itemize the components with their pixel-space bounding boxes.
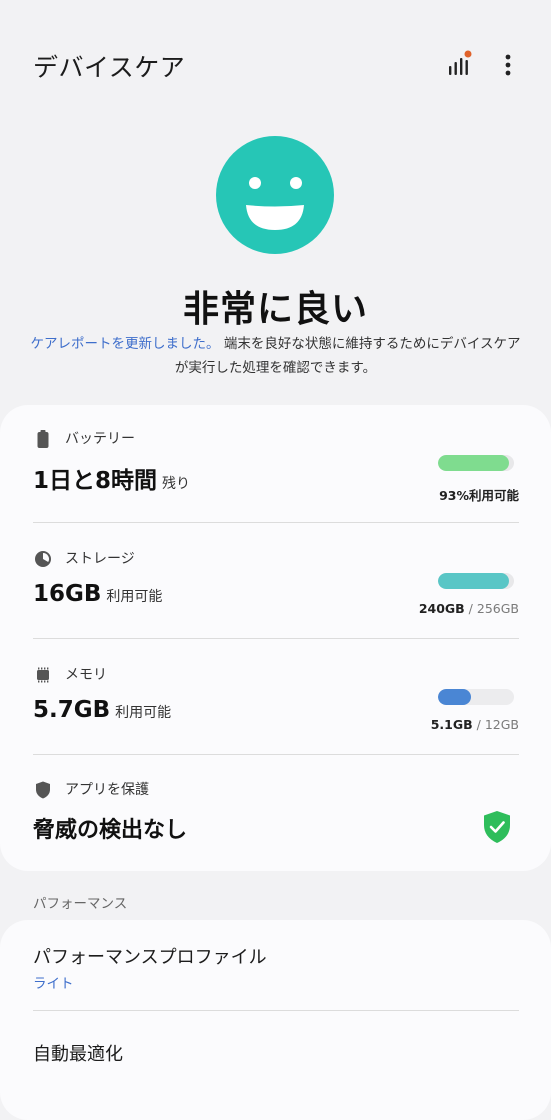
performance-section-label: パフォーマンス — [33, 896, 128, 912]
auto-optimize-row[interactable]: 自動最適化 — [0, 1011, 551, 1081]
app-protection-value: 脅威の検出なし — [33, 818, 188, 843]
storage-bar — [438, 573, 514, 589]
performance-profile-value: ライト — [33, 976, 74, 992]
battery-suffix: 残り — [162, 476, 191, 492]
memory-section[interactable]: メモリ 5.7GB 利用可能 5.1GB / 12GB — [33, 665, 519, 755]
memory-bar — [438, 689, 514, 705]
battery-value: 1日と8時間 残り — [33, 461, 190, 495]
memory-label: メモリ — [65, 667, 107, 683]
page-title: デバイスケア — [33, 53, 186, 82]
memory-available: 5.7GB — [33, 697, 111, 723]
storage-sep: / — [464, 601, 477, 616]
memory-value: 5.7GB 利用可能 — [33, 697, 171, 723]
performance-card: パフォーマンスプロファイル ライト 自動最適化 — [0, 920, 551, 1120]
report-chart-icon[interactable] — [446, 50, 472, 78]
happy-face-icon — [216, 136, 334, 254]
app-protection-label: アプリを保護 — [65, 782, 149, 798]
battery-bar — [438, 455, 514, 471]
storage-total: 256GB — [476, 601, 519, 616]
memory-suffix: 利用可能 — [115, 705, 172, 721]
shield-check-icon — [484, 811, 510, 843]
auto-optimize-title: 自動最適化 — [33, 1044, 123, 1065]
divider — [33, 522, 519, 523]
notification-dot-icon — [464, 50, 472, 58]
battery-caption: 93%利用可能 — [439, 485, 519, 504]
status-description: ケアレポートを更新しました。 端末を良好な状態に維持するためにデバイスケアが実行… — [30, 332, 521, 380]
battery-icon — [37, 430, 49, 448]
app-header: デバイスケア — [0, 0, 551, 130]
battery-bar-fill — [438, 455, 509, 471]
storage-label: ストレージ — [65, 551, 135, 567]
status-description-text: 端末を良好な状態に維持するためにデバイスケアが実行した処理を確認できます。 — [174, 336, 521, 376]
app-protection-section[interactable]: アプリを保護 脅威の検出なし — [33, 780, 519, 860]
divider — [33, 754, 519, 755]
battery-remaining: 1日と8時間 — [33, 468, 158, 494]
shield-icon — [36, 781, 50, 799]
performance-profile-title: パフォーマンスプロファイル — [33, 947, 267, 968]
memory-bar-fill — [438, 689, 471, 705]
memory-chip-icon — [37, 667, 49, 683]
storage-section[interactable]: ストレージ 16GB 利用可能 240GB / 256GB — [33, 549, 519, 639]
storage-available: 16GB — [33, 581, 102, 607]
status-title: 非常に良い — [182, 289, 368, 330]
storage-suffix: 利用可能 — [106, 589, 163, 605]
memory-used: 5.1GB — [430, 717, 473, 732]
more-vertical-icon[interactable] — [497, 52, 519, 78]
battery-label: バッテリー — [65, 431, 135, 447]
performance-profile-row[interactable]: パフォーマンスプロファイル ライト — [0, 920, 551, 1010]
memory-caption: 5.1GB / 12GB — [431, 717, 519, 732]
divider — [33, 638, 519, 639]
storage-bar-fill — [438, 573, 510, 589]
memory-sep: / — [472, 717, 485, 732]
care-report-link[interactable]: ケアレポートを更新しました。 — [31, 336, 220, 352]
device-status-card: バッテリー 1日と8時間 残り 93%利用可能 ストレージ 16GB 利用可能 24… — [0, 405, 551, 871]
storage-used: 240GB — [418, 601, 465, 616]
storage-pie-icon — [35, 551, 51, 567]
battery-caption-text: 93%利用可能 — [439, 488, 519, 503]
memory-total: 12GB — [484, 717, 519, 732]
storage-caption: 240GB / 256GB — [419, 601, 519, 616]
battery-section[interactable]: バッテリー 1日と8時間 残り 93%利用可能 — [33, 429, 519, 519]
storage-value: 16GB 利用可能 — [33, 581, 162, 607]
